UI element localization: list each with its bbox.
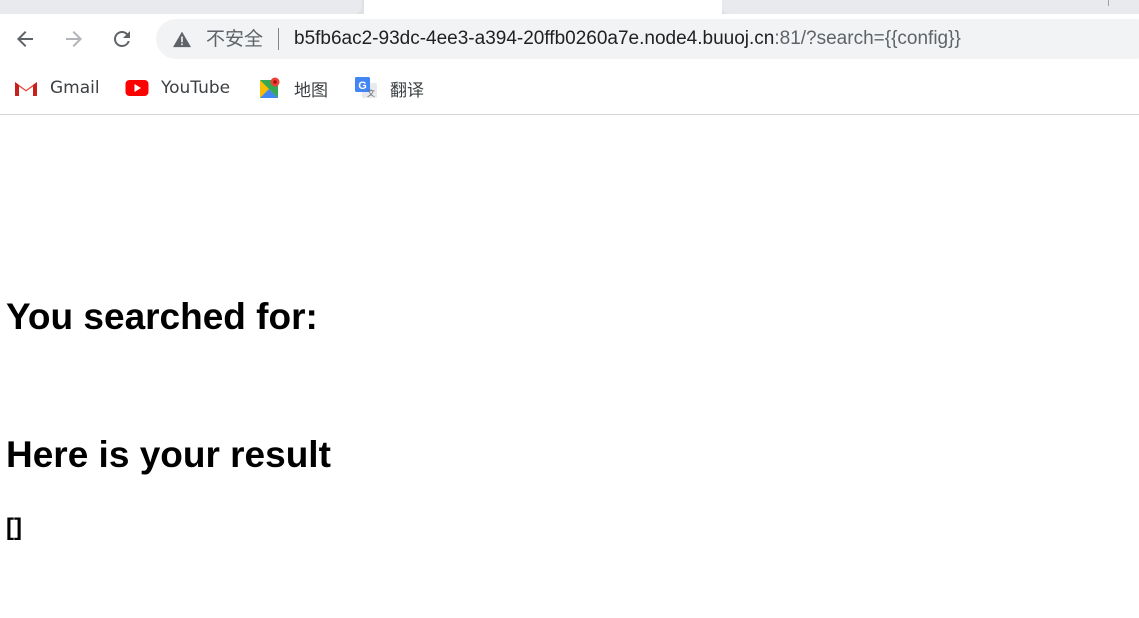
url-host: b5fb6ac2-93dc-4ee3-a394-20ffb0260a7e.nod… <box>294 28 775 49</box>
translate-icon: G 文 <box>354 76 378 100</box>
bookmark-label: 地图 <box>294 80 328 101</box>
svg-text:文: 文 <box>367 88 375 98</box>
searched-heading: You searched for: <box>6 296 318 337</box>
youtube-icon <box>125 76 149 100</box>
bookmark-label: YouTube <box>161 78 231 98</box>
svg-text:G: G <box>358 80 367 92</box>
tab-strip <box>0 0 1139 14</box>
result-heading: Here is your result <box>6 434 331 475</box>
forward-button[interactable] <box>59 24 89 54</box>
browser-toolbar: 不安全 b5fb6ac2-93dc-4ee3-a394-20ffb0260a7e… <box>0 14 1139 66</box>
tab-active[interactable] <box>364 0 722 14</box>
gmail-icon <box>14 76 38 100</box>
bookmark-maps[interactable]: 地图 <box>258 76 328 101</box>
address-divider <box>278 28 279 50</box>
bookmark-label: Gmail <box>50 78 100 98</box>
arrow-right-icon <box>66 31 82 47</box>
tab-separator <box>1108 0 1109 6</box>
bookmarks-bar: Gmail YouTube 地图 G 文 翻译 <box>0 66 1139 115</box>
bookmark-youtube[interactable]: YouTube <box>125 76 230 100</box>
result-value: [] <box>6 514 22 541</box>
bookmark-label: 翻译 <box>390 80 424 101</box>
tab-inactive-right[interactable] <box>722 0 1139 14</box>
reload-button[interactable] <box>107 24 137 54</box>
bookmark-gmail[interactable]: Gmail <box>14 76 100 100</box>
tab-inactive-left[interactable] <box>0 0 362 14</box>
url-path: :81/?search={{config}} <box>774 28 961 49</box>
bookmark-translate[interactable]: G 文 翻译 <box>354 76 424 101</box>
page-content: You searched for: Here is your result [] <box>0 115 1139 618</box>
url-text[interactable]: b5fb6ac2-93dc-4ee3-a394-20ffb0260a7e.nod… <box>294 28 961 50</box>
address-bar[interactable]: 不安全 b5fb6ac2-93dc-4ee3-a394-20ffb0260a7e… <box>156 19 1139 59</box>
back-button[interactable] <box>10 24 40 54</box>
maps-icon <box>258 76 282 100</box>
arrow-left-icon <box>17 31 33 47</box>
reload-icon <box>114 31 130 47</box>
warning-icon[interactable] <box>172 30 192 48</box>
security-status-label[interactable]: 不安全 <box>206 28 263 50</box>
